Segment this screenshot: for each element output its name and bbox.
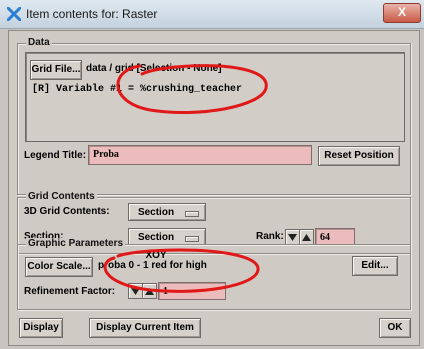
annotation-overlay: [103, 64, 268, 293]
annotation-ellipse-variable: [116, 64, 268, 114]
annotation-ellipse-colorscale: [103, 248, 260, 293]
